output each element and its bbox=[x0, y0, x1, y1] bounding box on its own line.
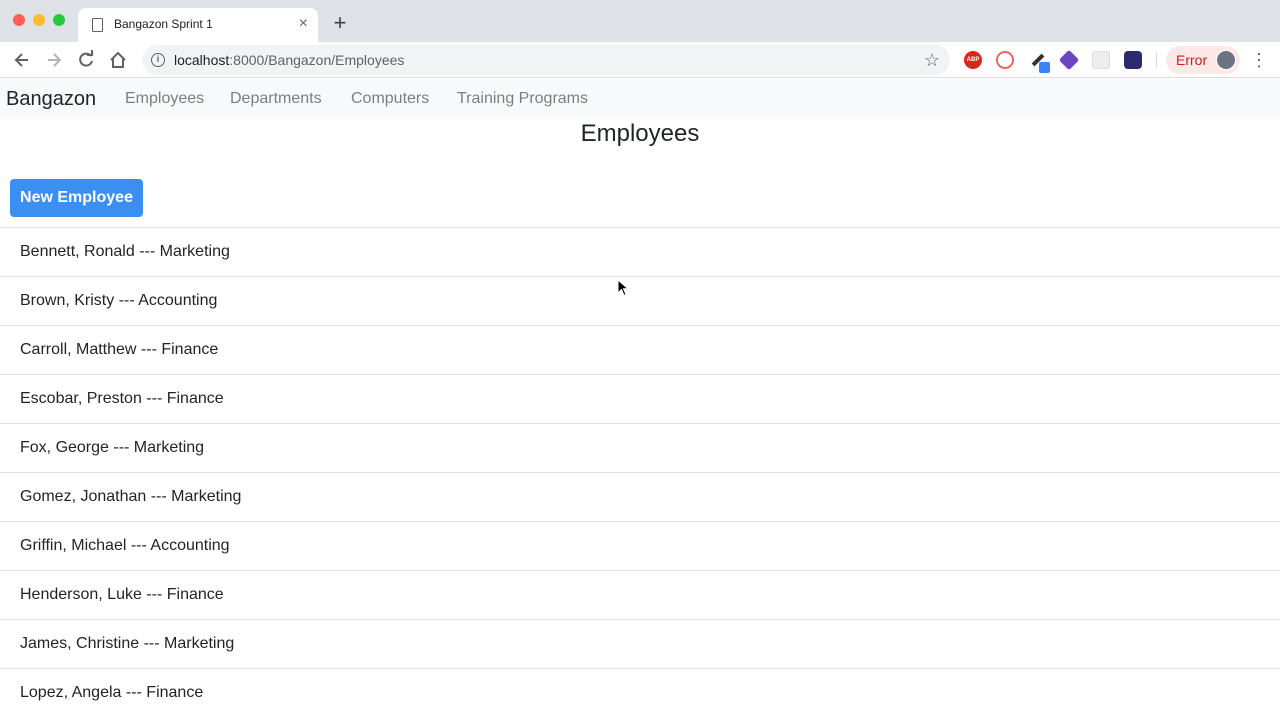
brand-link[interactable]: Bangazon bbox=[6, 88, 96, 111]
error-label: Error bbox=[1176, 52, 1208, 68]
list-item[interactable]: Carroll, Matthew --- Finance bbox=[0, 326, 1280, 375]
profile-avatar bbox=[1216, 50, 1236, 70]
nav-link-training-programs[interactable]: Training Programs bbox=[457, 90, 588, 108]
reload-icon[interactable] bbox=[76, 50, 96, 70]
tab-title: Bangazon Sprint 1 bbox=[114, 17, 213, 31]
back-icon[interactable] bbox=[12, 50, 32, 70]
list-item[interactable]: James, Christine --- Marketing bbox=[0, 620, 1280, 669]
browser-menu-icon[interactable]: ⋮ bbox=[1250, 50, 1268, 70]
adblock-extension-icon[interactable]: ABP bbox=[964, 51, 982, 69]
moon-extension-icon[interactable] bbox=[1124, 51, 1142, 69]
list-item[interactable]: Brown, Kristy --- Accounting bbox=[0, 277, 1280, 326]
nav-link-computers[interactable]: Computers bbox=[351, 90, 429, 108]
info-icon[interactable]: i bbox=[151, 53, 165, 67]
mouse-cursor-icon bbox=[617, 279, 629, 297]
maximize-window-icon[interactable] bbox=[53, 14, 65, 26]
nav-link-employees[interactable]: Employees bbox=[125, 90, 204, 108]
extension-badge-icon bbox=[1039, 62, 1050, 73]
list-item[interactable]: Bennett, Ronald --- Marketing bbox=[0, 228, 1280, 277]
list-item[interactable]: Lopez, Angela --- Finance bbox=[0, 669, 1280, 710]
page-icon bbox=[92, 18, 103, 32]
list-item[interactable]: Gomez, Jonathan --- Marketing bbox=[0, 473, 1280, 522]
cube-extension-icon[interactable] bbox=[1058, 49, 1080, 71]
browser-tab[interactable]: Bangazon Sprint 1 × bbox=[78, 8, 318, 42]
toolbar-divider bbox=[1156, 52, 1157, 68]
list-item[interactable]: Griffin, Michael --- Accounting bbox=[0, 522, 1280, 571]
app-navbar: Bangazon Employees Departments Computers… bbox=[0, 79, 1280, 119]
new-employee-button[interactable]: New Employee bbox=[10, 179, 143, 217]
bookmark-star-icon[interactable]: ☆ bbox=[924, 49, 940, 71]
grid-extension-icon[interactable] bbox=[1092, 51, 1110, 69]
url-text: localhost:8000/Bangazon/Employees bbox=[174, 52, 405, 68]
new-tab-icon[interactable]: + bbox=[330, 12, 350, 34]
nav-link-departments[interactable]: Departments bbox=[230, 90, 322, 108]
minimize-window-icon[interactable] bbox=[33, 14, 45, 26]
browser-tabstrip: Bangazon Sprint 1 × + bbox=[0, 0, 1280, 42]
tab-close-icon[interactable]: × bbox=[299, 14, 308, 34]
home-icon[interactable] bbox=[108, 50, 128, 70]
extension-icon[interactable] bbox=[996, 51, 1014, 69]
close-window-icon[interactable] bbox=[13, 14, 25, 26]
employee-list: Bennett, Ronald --- Marketing Brown, Kri… bbox=[0, 227, 1280, 710]
forward-icon[interactable] bbox=[44, 50, 64, 70]
address-bar[interactable]: i localhost:8000/Bangazon/Employees ☆ bbox=[142, 45, 950, 75]
browser-toolbar: i localhost:8000/Bangazon/Employees ☆ AB… bbox=[0, 42, 1280, 78]
list-item[interactable]: Fox, George --- Marketing bbox=[0, 424, 1280, 473]
page-title: Employees bbox=[580, 120, 700, 147]
list-item[interactable]: Escobar, Preston --- Finance bbox=[0, 375, 1280, 424]
profile-error-button[interactable]: Error bbox=[1166, 46, 1240, 74]
list-item[interactable]: Henderson, Luke --- Finance bbox=[0, 571, 1280, 620]
